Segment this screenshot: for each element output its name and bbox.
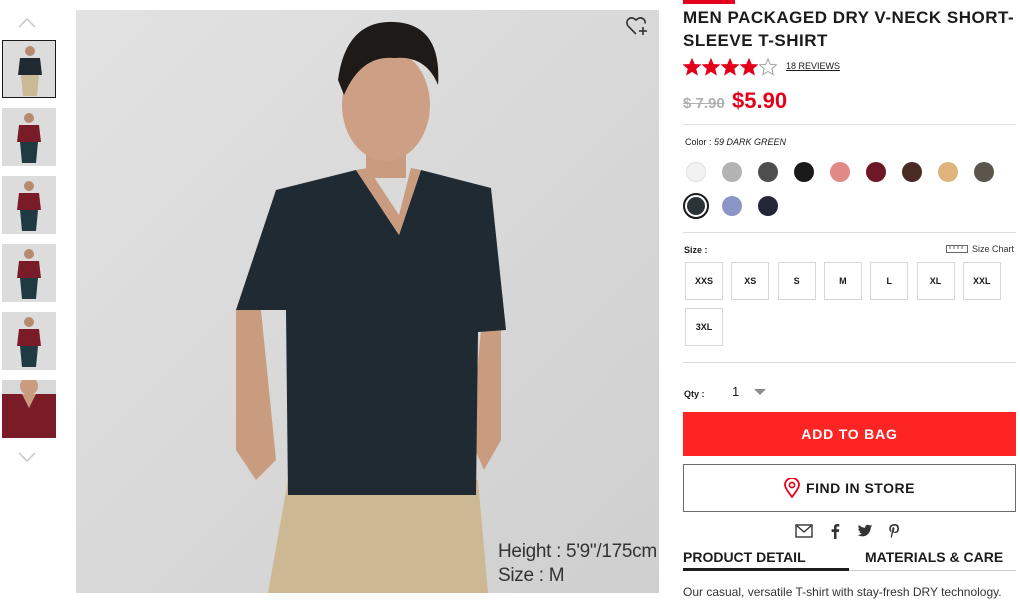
find-in-store-button[interactable]: FIND IN STORE	[683, 464, 1016, 512]
size-option-xxl[interactable]: XXL	[962, 262, 1001, 300]
quantity-dropdown-caret-icon[interactable]	[753, 388, 767, 396]
color-swatch[interactable]	[794, 162, 814, 182]
color-swatch[interactable]	[866, 162, 886, 182]
size-option-xs[interactable]: XS	[731, 262, 770, 300]
color-label: Color : 59 DARK GREEN	[685, 137, 786, 147]
size-label: Size :	[684, 245, 708, 255]
divider	[683, 362, 1016, 363]
size-chart-link[interactable]: Size Chart	[946, 244, 1014, 254]
add-to-bag-button[interactable]: ADD TO BAG	[683, 412, 1016, 456]
color-swatch[interactable]	[722, 162, 742, 182]
thumbnail-scroll-down-button[interactable]	[14, 450, 40, 464]
product-thumbnail[interactable]	[2, 40, 56, 98]
pinterest-icon	[889, 524, 899, 539]
size-option-xl[interactable]: XL	[916, 262, 955, 300]
location-pin-icon	[784, 478, 800, 498]
twitter-icon	[857, 524, 873, 537]
tab-materials-care[interactable]: MATERIALS & CARE	[865, 549, 1003, 565]
size-option-3xl[interactable]: 3XL	[685, 308, 723, 346]
color-swatch[interactable]	[758, 162, 778, 182]
chevron-up-icon	[18, 18, 36, 28]
star-filled-icon	[683, 58, 701, 76]
active-tab-indicator	[683, 568, 849, 571]
size-option-l[interactable]: L	[870, 262, 909, 300]
email-icon	[795, 524, 813, 538]
color-swatch[interactable]	[830, 162, 850, 182]
main-product-image[interactable]	[76, 10, 659, 593]
share-facebook-button[interactable]	[826, 522, 844, 540]
color-swatch[interactable]	[938, 162, 958, 182]
color-swatch[interactable]	[758, 196, 778, 216]
quantity-value[interactable]: 1	[732, 384, 739, 399]
color-swatch[interactable]	[683, 193, 709, 219]
size-option-xxs[interactable]: XXS	[685, 262, 723, 300]
ruler-icon	[946, 245, 968, 253]
quantity-label: Qty :	[684, 389, 705, 399]
color-swatch[interactable]	[686, 162, 706, 182]
selected-color-name: 59 DARK GREEN	[714, 137, 787, 147]
product-title: MEN PACKAGED DRY V-NECK SHORT-SLEEVE T-S…	[683, 8, 1015, 50]
thumbnail-image	[18, 46, 42, 96]
product-thumbnail[interactable]	[2, 312, 56, 370]
chevron-down-icon	[18, 452, 36, 462]
sale-price: $5.90	[732, 88, 788, 113]
size-option-m[interactable]: M	[823, 262, 862, 300]
model-photo	[76, 10, 659, 593]
share-pinterest-button[interactable]	[885, 522, 903, 540]
product-thumbnail[interactable]	[2, 176, 56, 234]
size-option-s[interactable]: S	[777, 262, 816, 300]
rating-stars	[683, 58, 777, 76]
product-thumbnail[interactable]	[2, 108, 56, 166]
product-thumbnail[interactable]	[2, 380, 56, 438]
heart-plus-icon	[626, 17, 647, 35]
reviews-link[interactable]: 18 REVIEWS	[786, 61, 840, 71]
add-to-wishlist-button[interactable]	[626, 15, 650, 37]
thumbnail-image	[17, 317, 41, 367]
model-info-caption: Height : 5'9"/175cm Size : M	[498, 540, 657, 588]
promo-badge	[683, 0, 735, 4]
product-thumbnail[interactable]	[2, 244, 56, 302]
divider	[683, 232, 1016, 233]
thumbnail-image	[2, 380, 56, 438]
star-filled-icon	[740, 58, 758, 76]
thumbnail-image	[17, 113, 41, 163]
thumbnail-image	[17, 249, 41, 299]
star-empty-icon	[759, 58, 777, 76]
divider	[683, 124, 1016, 125]
color-swatch[interactable]	[722, 196, 742, 216]
star-filled-icon	[721, 58, 739, 76]
color-swatch[interactable]	[974, 162, 994, 182]
share-twitter-button[interactable]	[856, 522, 874, 540]
facebook-icon	[831, 524, 840, 539]
star-filled-icon	[702, 58, 720, 76]
tab-product-detail[interactable]: PRODUCT DETAIL	[683, 549, 806, 565]
share-email-button[interactable]	[795, 522, 813, 540]
find-in-store-label: FIND IN STORE	[806, 480, 915, 496]
thumbnail-scroll-up-button[interactable]	[14, 16, 40, 30]
color-swatch[interactable]	[902, 162, 922, 182]
original-price: $ 7.90	[683, 95, 725, 112]
product-description: Our casual, versatile T-shirt with stay-…	[683, 585, 1002, 599]
model-size-text: Size : M	[498, 565, 565, 586]
size-chart-label: Size Chart	[972, 244, 1015, 254]
thumbnail-image	[17, 181, 41, 231]
color-label-text: Color :	[685, 137, 712, 147]
model-height-text: Height : 5'9"/175cm	[498, 541, 657, 562]
